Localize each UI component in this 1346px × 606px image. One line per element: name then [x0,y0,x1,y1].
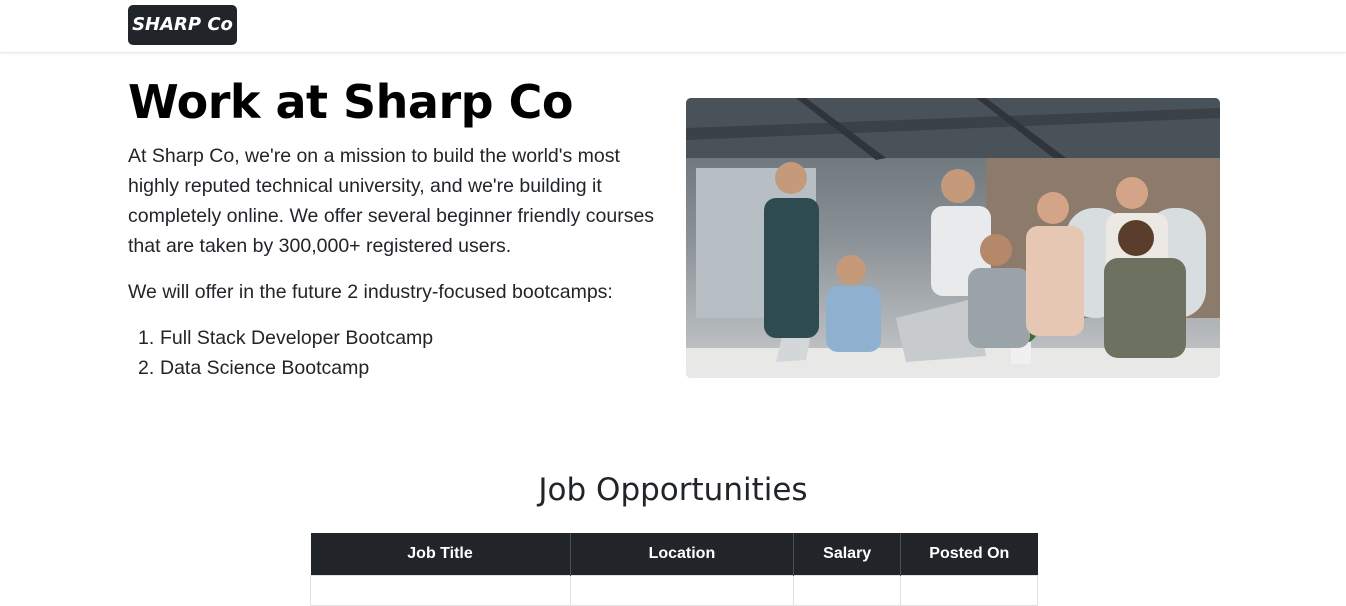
list-item-label: Data Science Bootcamp [160,357,370,379]
list-item: 2. Data Science Bootcamp [138,353,433,383]
brand-logo[interactable]: SHARP Co [128,5,237,45]
bootcamp-list: 1. Full Stack Developer Bootcamp 2. Data… [138,323,433,383]
section-title: Job Opportunities [538,472,808,508]
table-cell [900,574,1038,606]
team-photo [686,98,1220,378]
table-row [310,574,1038,606]
table-cell [569,574,795,606]
list-item-label: Full Stack Developer Bootcamp [160,327,434,349]
list-item: 1. Full Stack Developer Bootcamp [138,323,433,353]
table-header-row: Job Title Location Salary Posted On [310,533,1038,575]
page-title: Work at Sharp Co [128,75,573,129]
table-cell [310,574,571,606]
office-illustration [686,98,1220,378]
column-header-salary[interactable]: Salary [793,533,902,575]
bootcamps-intro: We will offer in the future 2 industry-f… [128,281,613,303]
table-cell [793,574,902,606]
list-number: 1. [138,327,155,349]
column-header-job-title[interactable]: Job Title [310,533,571,575]
intro-paragraph: At Sharp Co, we're on a mission to build… [128,145,655,257]
column-header-location[interactable]: Location [570,533,795,575]
jobs-table: Job Title Location Salary Posted On [310,533,1038,606]
column-header-posted-on[interactable]: Posted On [900,533,1038,575]
navbar: SHARP Co [0,0,1346,53]
list-number: 2. [138,357,155,379]
